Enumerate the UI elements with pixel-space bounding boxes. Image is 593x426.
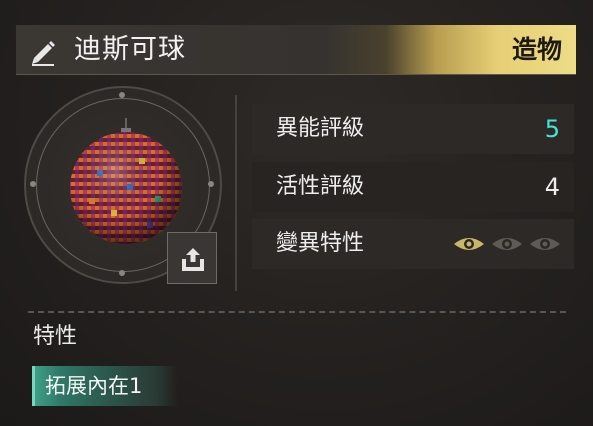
stat-value: 4: [544, 173, 560, 201]
item-type-label: 造物: [511, 35, 562, 64]
stat-label: 活性評級: [276, 174, 365, 199]
ring-marker: [208, 181, 214, 187]
vertical-divider: [235, 95, 237, 291]
mutation-eyes: [452, 235, 562, 253]
stat-value: 5: [544, 115, 560, 143]
ring-marker: [30, 181, 36, 187]
eye-icon-inactive: [492, 238, 522, 250]
stat-row-activity: 活性評級 4: [252, 162, 574, 212]
share-export-button[interactable]: [167, 232, 217, 284]
stat-label: 異能評級: [276, 116, 365, 141]
share-upload-icon: [182, 248, 204, 271]
eye-icon-active: [454, 238, 484, 250]
trait-tag-label: 拓展內在1: [45, 374, 143, 398]
item-header: 迪斯可球 造物: [16, 25, 576, 75]
disco-ball-image: [70, 118, 182, 244]
traits-heading: 特性: [33, 324, 78, 349]
pencil-edit-icon[interactable]: [28, 36, 58, 66]
stat-label: 變異特性: [276, 231, 365, 256]
stat-row-ability: 異能評級 5: [252, 104, 574, 154]
eye-icon-inactive: [530, 238, 560, 250]
trait-tag[interactable]: 拓展內在1: [32, 366, 178, 406]
section-divider: [28, 311, 566, 313]
ring-marker: [119, 92, 125, 98]
stat-row-mutation: 變異特性: [252, 219, 574, 269]
ring-marker: [119, 270, 125, 276]
item-name: 迪斯可球: [74, 34, 186, 65]
